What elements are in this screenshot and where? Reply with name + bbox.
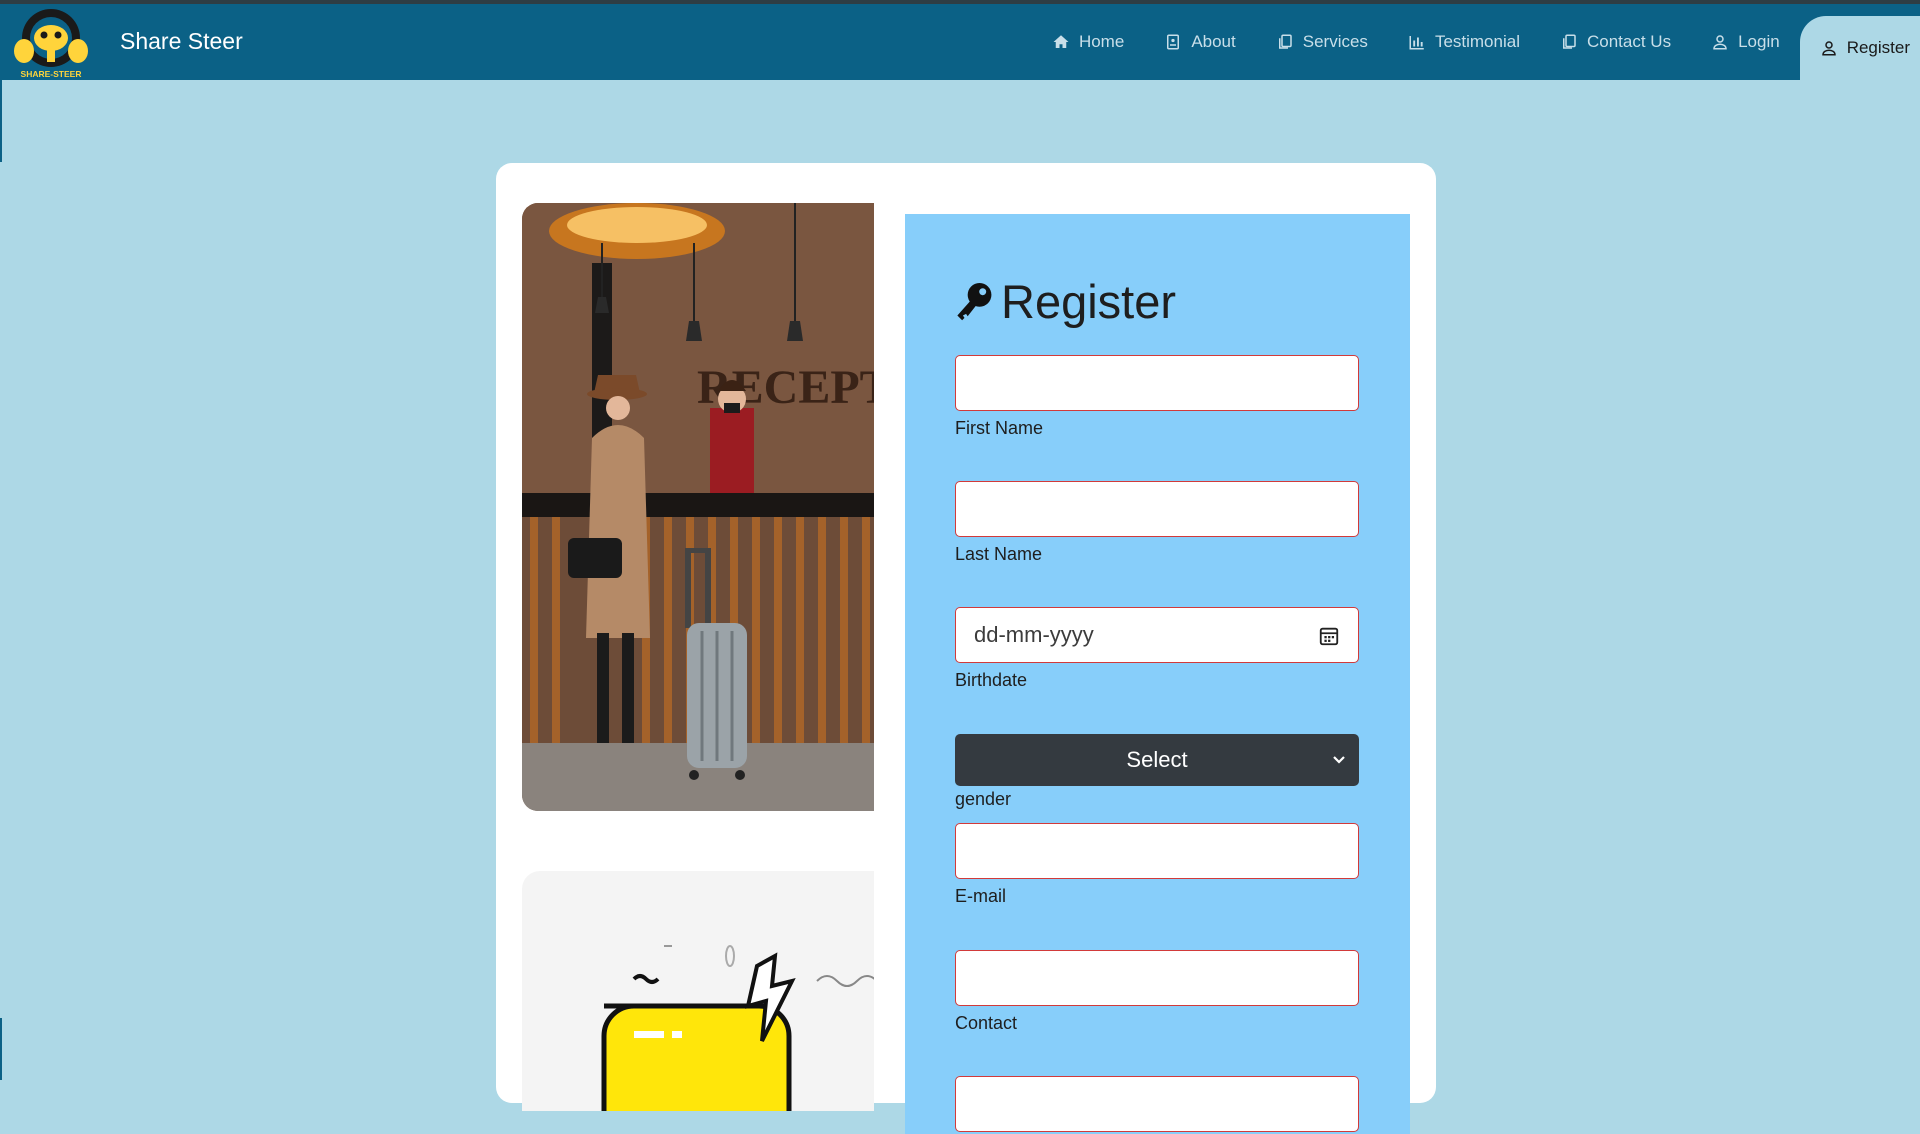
logo-text: SHARE-STEER <box>21 69 82 79</box>
first-name-label: First Name <box>955 418 1044 438</box>
phone-illustration <box>522 871 874 1111</box>
birthdate-placeholder: dd-mm-yyyy <box>974 622 1094 647</box>
gender-select-value: Select <box>1126 747 1188 772</box>
form-title: Register <box>955 274 1176 329</box>
gender-label: gender <box>955 789 1012 809</box>
copy-icon <box>1278 34 1292 49</box>
user-icon <box>1713 35 1727 50</box>
last-name-input[interactable] <box>955 481 1359 537</box>
register-card: RECEPT Register First Name Last Name dd-… <box>496 163 1436 1134</box>
calendar-icon[interactable] <box>1318 625 1340 647</box>
brand-name[interactable]: Share Steer <box>120 28 243 55</box>
left-edge-bar <box>0 80 2 162</box>
form-title-text: Register <box>1001 275 1177 328</box>
nav-login[interactable]: Login <box>1691 4 1800 80</box>
nav-testimonial-label: Testimonial <box>1434 32 1520 51</box>
register-form-panel: Register First Name Last Name dd-mm-yyyy… <box>905 214 1410 1134</box>
nav-menu: Home About Services Testimonial Contact … <box>1032 4 1920 80</box>
email-input[interactable] <box>955 823 1359 879</box>
contact-label: Contact <box>955 1013 1018 1033</box>
nav-about[interactable]: About <box>1144 4 1255 80</box>
birthdate-input[interactable]: dd-mm-yyyy <box>955 607 1359 663</box>
nav-services-label: Services <box>1302 32 1368 51</box>
nav-about-label: About <box>1191 32 1236 51</box>
nav-contact-us[interactable]: Contact Us <box>1540 4 1691 80</box>
document-icon <box>1167 34 1180 50</box>
nav-contact-us-label: Contact Us <box>1586 32 1672 51</box>
last-name-label: Last Name <box>955 544 1043 564</box>
contact-input[interactable] <box>955 950 1359 1006</box>
nav-testimonial[interactable]: Testimonial <box>1388 4 1540 80</box>
email-label: E-mail <box>955 886 1007 906</box>
nav-register-label: Register <box>1846 38 1910 57</box>
nav-login-label: Login <box>1738 32 1780 51</box>
nav-register[interactable]: Register <box>1799 16 1920 80</box>
navbar: SHARE-STEER Share Steer Home About Servi… <box>0 4 1920 80</box>
birthdate-label: Birthdate <box>955 670 1028 690</box>
next-input[interactable] <box>955 1076 1359 1132</box>
share-steer-logo[interactable]: SHARE-STEER <box>6 4 96 80</box>
user-icon <box>1821 41 1836 56</box>
gender-select[interactable]: Select <box>955 734 1359 786</box>
home-icon <box>1053 35 1069 48</box>
nav-home-label: Home <box>1078 32 1125 51</box>
copy-icon <box>1562 34 1576 49</box>
left-edge-bar <box>0 1018 2 1080</box>
bar-chart-icon <box>1409 36 1424 50</box>
reception-photo: RECEPT <box>522 203 874 811</box>
nav-home[interactable]: Home <box>1032 4 1144 80</box>
chevron-down-icon <box>1333 756 1345 764</box>
nav-services[interactable]: Services <box>1256 4 1388 80</box>
first-name-input[interactable] <box>955 355 1359 411</box>
key-icon <box>957 282 992 320</box>
